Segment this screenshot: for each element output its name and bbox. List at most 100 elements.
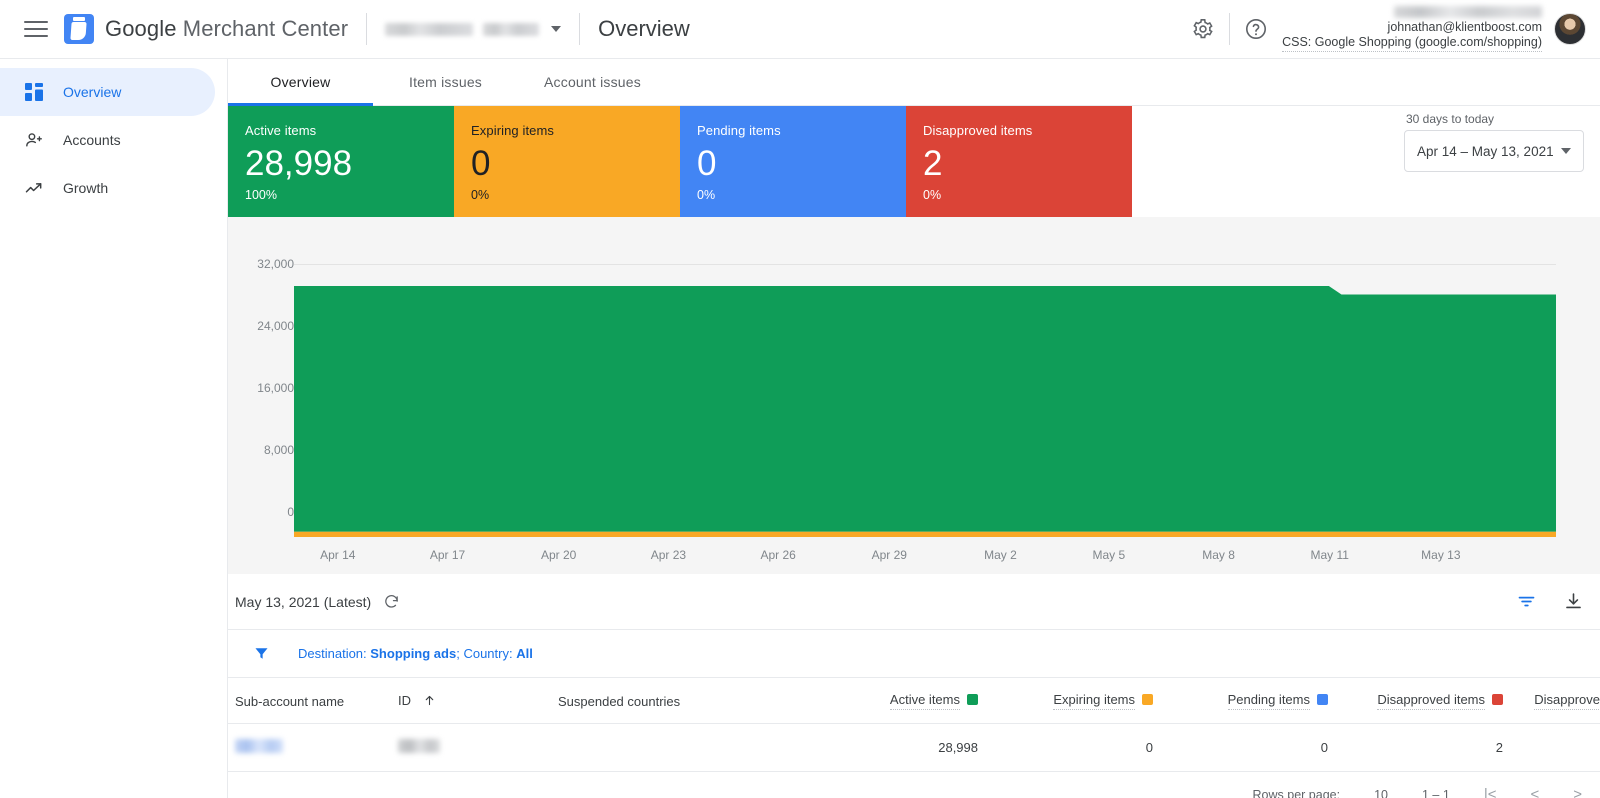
x-axis-tick: Apr 17: [430, 548, 465, 562]
brand-product-label: Merchant Center: [183, 16, 348, 41]
card-label: Pending items: [697, 123, 906, 139]
account-name-redacted: [385, 23, 473, 36]
legend-swatch-active: [967, 694, 978, 705]
cell-disapproved-change-wk: -76: [1503, 724, 1600, 772]
card-percent: 0%: [923, 188, 1132, 202]
column-label: Pending items: [1228, 692, 1310, 710]
card-expiring-items[interactable]: Expiring items 0 0%: [454, 106, 680, 217]
overview-panel: Active items 28,998 100% Expiring items …: [228, 106, 1600, 798]
card-disapproved-items[interactable]: Disapproved items 2 0%: [906, 106, 1132, 217]
cell-sub-account-name[interactable]: [228, 724, 398, 772]
download-icon[interactable]: [1563, 591, 1584, 612]
cell-expiring-items: 0: [978, 724, 1153, 772]
header-divider: [366, 13, 367, 45]
sidebar-item-overview[interactable]: Overview: [0, 68, 215, 116]
chevron-down-icon: [1561, 148, 1571, 154]
card-value: 28,998: [245, 142, 454, 186]
area-series-svg: [294, 264, 1556, 537]
active-filter-chip[interactable]: Destination: Shopping ads; Country: All: [298, 646, 533, 661]
legend-swatch-pending: [1317, 694, 1328, 705]
card-active-items[interactable]: Active items 28,998 100%: [228, 106, 454, 217]
card-pending-items[interactable]: Pending items 0 0%: [680, 106, 906, 217]
date-range-label: 30 days to today: [1406, 112, 1584, 126]
next-page-icon[interactable]: >: [1573, 786, 1582, 798]
column-header-active-items[interactable]: Active items: [798, 678, 978, 724]
column-header-pending-items[interactable]: Pending items: [1153, 678, 1328, 724]
account-id-redacted: [483, 23, 539, 36]
people-icon: [24, 130, 44, 150]
filter-country-value: All: [516, 646, 533, 661]
tab-item-issues[interactable]: Item issues: [373, 59, 518, 105]
column-header-id[interactable]: ID: [398, 678, 558, 724]
y-axis-tick: 24,000: [228, 319, 294, 333]
items-over-time-chart: 32,000 24,000 16,000 8,000 0 Apr 14 Apr …: [228, 217, 1600, 574]
table-header-row: Sub-account name ID Suspended countri: [228, 678, 1600, 724]
sub-account-name-redacted: [235, 739, 283, 753]
pagination: Rows per page: 10 1 – 1 |< < >: [228, 771, 1600, 798]
filter-country-prefix: Country:: [463, 646, 516, 661]
tab-overview[interactable]: Overview: [228, 59, 373, 105]
column-label: Disapproved items: [1377, 692, 1485, 710]
sub-account-id-redacted: [398, 739, 440, 753]
chevron-down-icon: [551, 26, 561, 32]
y-axis-tick: 0: [228, 505, 294, 519]
column-label: Expiring items: [1053, 692, 1135, 710]
trending-up-icon: [24, 178, 44, 198]
x-axis-tick: May 2: [984, 548, 1017, 562]
latest-date-label: May 13, 2021 (Latest): [235, 594, 371, 610]
sidebar-item-label: Overview: [63, 84, 121, 100]
avatar[interactable]: [1554, 13, 1586, 45]
column-header-disapproved-change-wk[interactable]: Disapproved change/wk: [1503, 678, 1600, 724]
help-circle-icon[interactable]: [1236, 9, 1276, 49]
y-axis-tick: 8,000: [228, 443, 294, 457]
card-percent: 0%: [471, 188, 680, 202]
x-axis-tick: May 11: [1310, 548, 1348, 562]
tab-label: Overview: [271, 74, 331, 90]
header-divider-3: [1229, 13, 1230, 45]
previous-page-icon[interactable]: <: [1530, 786, 1539, 798]
tab-label: Item issues: [409, 74, 482, 90]
sidebar-item-accounts[interactable]: Accounts: [0, 116, 215, 164]
rows-per-page-value[interactable]: 10: [1374, 788, 1388, 798]
column-header-suspended-countries[interactable]: Suspended countries: [558, 678, 798, 724]
chart-plot-area: [294, 264, 1556, 537]
x-axis-tick: Apr 29: [872, 548, 907, 562]
legend-swatch-disapproved: [1492, 694, 1503, 705]
tab-label: Account issues: [544, 74, 641, 90]
x-axis-tick: May 13: [1421, 548, 1460, 562]
page-body: Overview Accounts Growth: [0, 59, 1600, 798]
column-header-sub-account-name[interactable]: Sub-account name: [228, 678, 398, 724]
filter-chip-row: Destination: Shopping ads; Country: All: [228, 630, 1600, 678]
column-header-expiring-items[interactable]: Expiring items: [978, 678, 1153, 724]
brand-title: Google Merchant Center: [105, 16, 348, 42]
card-label: Disapproved items: [923, 123, 1132, 139]
y-axis-tick: 16,000: [228, 381, 294, 395]
sidebar-item-growth[interactable]: Growth: [0, 164, 215, 212]
table-toolbar-actions: [1516, 591, 1584, 612]
gear-icon[interactable]: [1183, 9, 1223, 49]
user-css-label: CSS: Google Shopping (google.com/shoppin…: [1282, 35, 1542, 52]
column-header-disapproved-items[interactable]: Disapproved items: [1328, 678, 1503, 724]
hamburger-menu-icon[interactable]: [24, 17, 48, 41]
card-value: 0: [697, 142, 906, 186]
card-percent: 100%: [245, 188, 454, 202]
card-value: 0: [471, 142, 680, 186]
tab-account-issues[interactable]: Account issues: [518, 59, 667, 105]
main-content: Overview Item issues Account issues Acti…: [228, 59, 1600, 798]
sidebar-item-label: Accounts: [63, 132, 121, 148]
column-label: Disapproved change/wk: [1534, 692, 1600, 710]
table-row[interactable]: 28,998 0 0 2 -76: [228, 724, 1600, 772]
first-page-icon[interactable]: |<: [1484, 786, 1497, 798]
user-info: johnathan@klientboost.com CSS: Google Sh…: [1282, 6, 1542, 52]
account-selector[interactable]: [385, 23, 561, 36]
user-email: johnathan@klientboost.com: [1282, 20, 1542, 35]
legend-swatch-expiring: [1142, 694, 1153, 705]
date-range-select[interactable]: Apr 14 – May 13, 2021: [1404, 130, 1584, 172]
funnel-filter-icon[interactable]: [253, 645, 270, 662]
refresh-icon[interactable]: [383, 593, 400, 610]
x-axis-tick: May 5: [1092, 548, 1125, 562]
filter-destination-prefix: Destination:: [298, 646, 370, 661]
cell-suspended-countries: [558, 724, 798, 772]
tab-bar: Overview Item issues Account issues: [228, 59, 1600, 106]
filter-lines-icon[interactable]: [1516, 591, 1537, 612]
